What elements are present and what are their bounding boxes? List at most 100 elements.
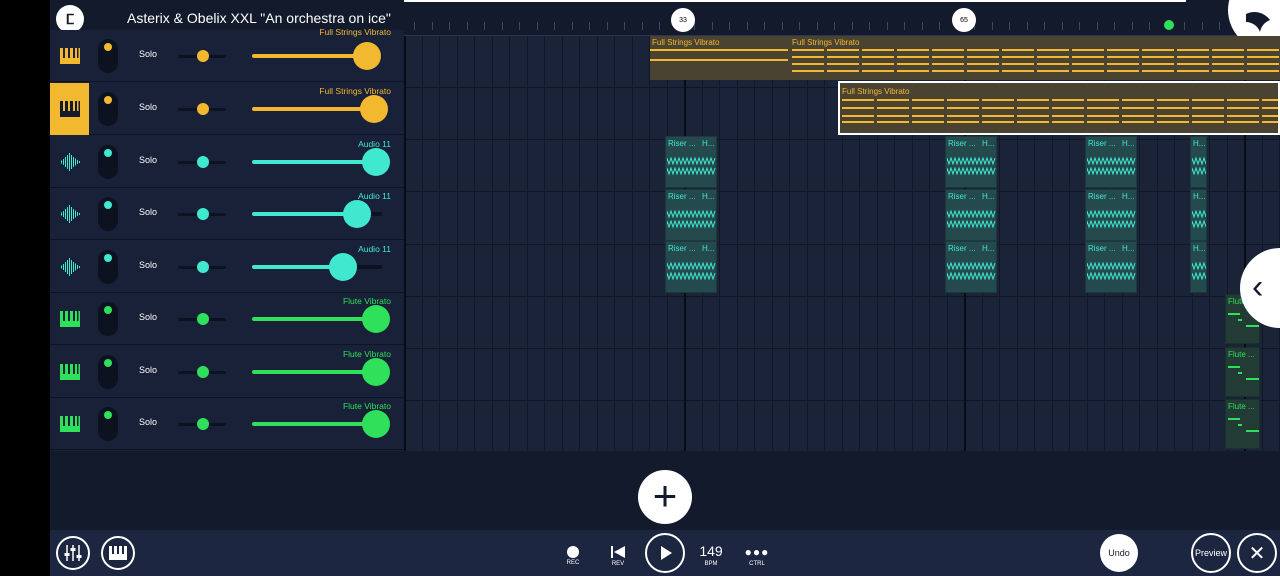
track-instrument-button[interactable] bbox=[50, 30, 89, 82]
mute-toggle[interactable] bbox=[98, 407, 118, 441]
pan-slider-thumb[interactable] bbox=[197, 366, 209, 378]
track-row[interactable]: Solo Full Strings Vibrato bbox=[50, 83, 404, 135]
audio-clip[interactable]: Riser ... H... bbox=[1085, 136, 1137, 188]
track-instrument-button[interactable] bbox=[50, 293, 89, 345]
ruler-tick bbox=[886, 22, 888, 30]
note-bar bbox=[650, 49, 788, 51]
add-track-button[interactable]: + bbox=[638, 470, 692, 524]
track-row[interactable]: Solo Full Strings Vibrato bbox=[50, 27, 404, 82]
mute-toggle[interactable] bbox=[98, 197, 118, 231]
close-button[interactable]: ✕ bbox=[1237, 533, 1277, 573]
mute-toggle[interactable] bbox=[98, 355, 118, 389]
loop-range-bar[interactable] bbox=[404, 0, 1186, 2]
audio-clip[interactable]: Riser ... H... bbox=[665, 188, 717, 241]
audio-clip[interactable]: H... bbox=[1190, 136, 1207, 188]
solo-button[interactable]: Solo bbox=[139, 102, 157, 112]
app-logo-icon[interactable]: ⵎ bbox=[56, 5, 84, 33]
audio-clip[interactable]: H... bbox=[1190, 188, 1207, 241]
track-row[interactable]: Solo Audio 11 bbox=[50, 136, 404, 188]
bar-marker-33[interactable]: 33 bbox=[671, 8, 695, 32]
timeline-ruler[interactable]: 33 65 bbox=[404, 0, 1280, 36]
audio-clip[interactable]: Riser ... H... bbox=[1085, 241, 1137, 293]
grid-line bbox=[404, 36, 406, 451]
track-instrument-button[interactable] bbox=[50, 188, 89, 240]
clip-label: Riser ... bbox=[668, 244, 696, 253]
solo-button[interactable]: Solo bbox=[139, 207, 157, 217]
piano-roll-button[interactable] bbox=[101, 536, 135, 570]
preview-button[interactable]: Preview bbox=[1191, 533, 1231, 573]
arrangement-area[interactable]: Full Strings Vibrato Full Strings Vibrat… bbox=[404, 36, 1280, 451]
ctrl-button[interactable]: ●●● CTRL bbox=[742, 545, 772, 567]
note-bar bbox=[792, 56, 824, 58]
mute-toggle[interactable] bbox=[98, 302, 118, 336]
solo-button[interactable]: Solo bbox=[139, 312, 157, 322]
track-instrument-button[interactable] bbox=[50, 346, 89, 398]
volume-slider-thumb[interactable] bbox=[328, 253, 357, 281]
bar-marker-65[interactable]: 65 bbox=[952, 8, 976, 32]
skip-back-icon bbox=[611, 546, 625, 558]
flute-clip[interactable]: Flute ... bbox=[1225, 346, 1260, 397]
mute-indicator bbox=[104, 306, 112, 314]
audio-clip[interactable]: H... bbox=[1190, 241, 1207, 293]
volume-slider-thumb[interactable] bbox=[362, 305, 390, 333]
pan-slider-thumb[interactable] bbox=[197, 418, 209, 430]
track-instrument-button[interactable] bbox=[50, 83, 89, 135]
solo-button[interactable]: Solo bbox=[139, 417, 157, 427]
audio-clip[interactable]: Riser ... H... bbox=[945, 188, 997, 241]
pan-slider-thumb[interactable] bbox=[197, 103, 209, 115]
track-row[interactable]: Solo Audio 11 bbox=[50, 188, 404, 240]
flute-clip[interactable]: Flute ... bbox=[1225, 399, 1260, 449]
note-bar bbox=[967, 49, 999, 51]
pan-slider-thumb[interactable] bbox=[197, 261, 209, 273]
audio-clip[interactable]: Riser ... H... bbox=[945, 136, 997, 188]
audio-clip[interactable]: Riser ... H... bbox=[945, 241, 997, 293]
ruler-tick bbox=[921, 22, 923, 30]
undo-button[interactable]: Undo bbox=[1100, 534, 1138, 572]
audio-clip[interactable]: Riser ... H... bbox=[1085, 188, 1137, 241]
solo-button[interactable]: Solo bbox=[139, 260, 157, 270]
volume-slider-thumb[interactable] bbox=[343, 200, 372, 228]
track-instrument-button[interactable] bbox=[50, 241, 89, 293]
mute-toggle[interactable] bbox=[98, 39, 118, 73]
strings-clip[interactable]: Full Strings Vibrato bbox=[790, 36, 1280, 80]
track-row[interactable]: Solo Audio 11 bbox=[50, 241, 404, 293]
volume-slider-thumb[interactable] bbox=[362, 358, 390, 386]
note-bar bbox=[1247, 49, 1279, 51]
clip-label: Riser ... bbox=[1088, 244, 1116, 253]
solo-button[interactable]: Solo bbox=[139, 49, 157, 59]
strings-clip-selected[interactable]: Full Strings Vibrato bbox=[838, 81, 1280, 135]
play-button[interactable] bbox=[645, 533, 685, 573]
volume-slider-thumb[interactable] bbox=[362, 410, 390, 438]
mute-indicator bbox=[104, 201, 112, 209]
ruler-tick bbox=[746, 22, 748, 30]
volume-slider-thumb[interactable] bbox=[359, 95, 388, 123]
track-row[interactable]: Solo Flute Vibrato bbox=[50, 398, 404, 450]
pan-slider-thumb[interactable] bbox=[197, 156, 209, 168]
mute-toggle[interactable] bbox=[98, 145, 118, 179]
mute-toggle[interactable] bbox=[98, 92, 118, 126]
note-bar bbox=[1262, 107, 1278, 109]
note-bar bbox=[947, 121, 979, 123]
mixer-button[interactable] bbox=[56, 536, 90, 570]
pan-slider-thumb[interactable] bbox=[197, 208, 209, 220]
strings-clip[interactable]: Full Strings Vibrato bbox=[650, 36, 790, 80]
track-row[interactable]: Solo Flute Vibrato bbox=[50, 346, 404, 398]
pan-slider-thumb[interactable] bbox=[197, 50, 209, 62]
track-instrument-button[interactable] bbox=[50, 398, 89, 450]
volume-slider[interactable] bbox=[252, 265, 382, 269]
mute-toggle[interactable] bbox=[98, 250, 118, 284]
solo-button[interactable]: Solo bbox=[139, 365, 157, 375]
note-bar bbox=[1142, 56, 1174, 58]
volume-slider-thumb[interactable] bbox=[352, 42, 381, 70]
audio-clip[interactable]: Riser ... H... bbox=[665, 241, 717, 293]
track-instrument-button[interactable] bbox=[50, 136, 89, 188]
audio-clip[interactable]: Riser ... H... bbox=[665, 136, 717, 188]
playhead-marker[interactable] bbox=[1164, 20, 1174, 30]
record-button[interactable]: REC bbox=[558, 546, 588, 566]
volume-slider-thumb[interactable] bbox=[362, 148, 390, 176]
tempo-button[interactable]: 149 BPM bbox=[695, 543, 727, 567]
pan-slider-thumb[interactable] bbox=[197, 313, 209, 325]
solo-button[interactable]: Solo bbox=[139, 155, 157, 165]
track-row[interactable]: Solo Flute Vibrato bbox=[50, 293, 404, 345]
rewind-button[interactable]: REV bbox=[603, 545, 633, 567]
